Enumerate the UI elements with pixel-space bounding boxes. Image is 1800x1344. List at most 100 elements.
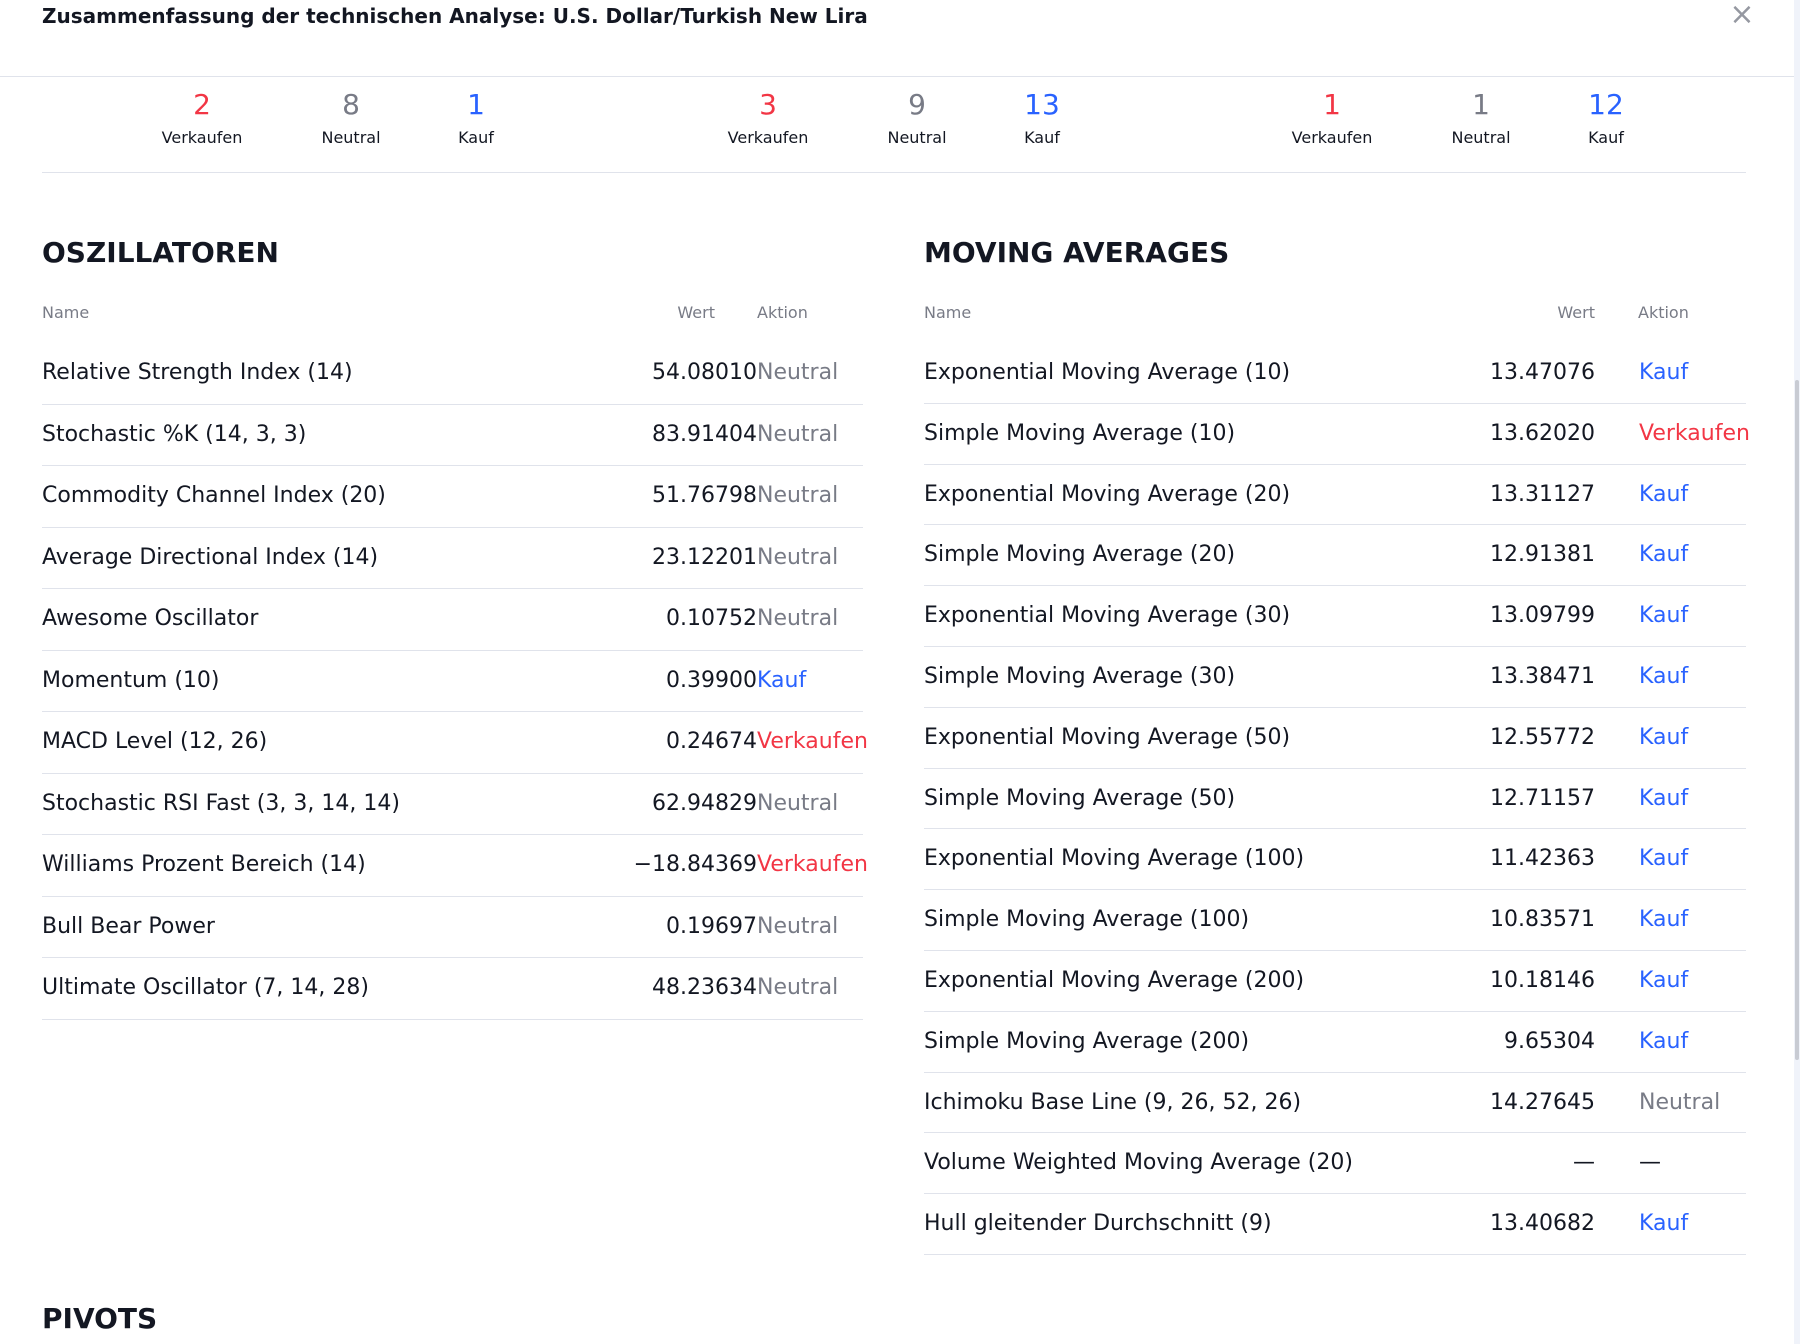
oscillators-table: Relative Strength Index (14) 54.08010 Neut… [42,343,868,1020]
indicator-action: Kauf [1639,907,1689,933]
indicator-value: 13.31127 [1490,481,1595,507]
table-row[interactable]: Exponential Moving Average (30) 13.09799 K… [924,586,1746,647]
indicator-name: Awesome Oscillator [42,606,259,631]
column-header-name: Name [924,303,972,322]
indicator-value: 51.76798 [652,483,757,508]
indicator-value: 13.09799 [1490,603,1595,629]
count-label: Kauf [1024,128,1060,147]
indicator-name: Exponential Moving Average (200) [924,967,1305,993]
table-row[interactable]: Simple Moving Average (200) 9.65304 Kauf [924,1012,1746,1073]
indicator-name: Bull Bear Power [42,913,215,939]
close-icon[interactable]: × [1728,0,1756,32]
table-row[interactable]: Simple Moving Average (10) 13.62020 Verkau… [924,404,1750,465]
scrollbar-thumb[interactable] [1795,380,1799,1060]
table-row[interactable]: Simple Moving Average (20) 12.91381 Kauf [924,525,1746,587]
indicator-action: Neutral [757,483,839,508]
table-row[interactable]: Momentum (10) 0.39900 Kauf [42,651,863,712]
table-row[interactable]: Ultimate Oscillator (7, 14, 28) 48.23634 N… [42,958,863,1020]
count-label: Kauf [1588,128,1624,147]
indicator-action: Neutral [757,606,839,631]
pivots-title: PIVOTS [42,1302,158,1335]
indicator-name: Average Directional Index (14) [42,544,379,570]
indicator-value: 10.18146 [1490,967,1595,993]
count-number: 13 [1024,88,1060,121]
indicator-value: 0.24674 [666,729,757,754]
indicator-value: 12.91381 [1490,542,1595,568]
table-row[interactable]: Awesome Oscillator 0.10752 Neutral [42,589,863,651]
indicator-action: Verkaufen [757,729,868,754]
table-row[interactable]: Simple Moving Average (100) 10.83571 Kauf [924,890,1746,951]
indicator-action: Kauf [1639,1028,1689,1054]
table-row[interactable]: Exponential Moving Average (100) 11.42363… [924,829,1746,891]
table-row[interactable]: Williams Prozent Bereich (14) −18.84369 Ve… [42,835,868,897]
table-row[interactable]: Stochastic %K (14, 3, 3) 83.91404 Neutral [42,405,863,466]
indicator-value: — [1573,1150,1595,1176]
dialog-header: Zusammenfassung der technischen Analyse:… [0,0,1795,77]
indicator-value: 0.39900 [666,667,757,693]
indicator-name: Simple Moving Average (50) [924,785,1236,811]
indicator-value: 0.19697 [666,913,757,939]
column-header-value: Wert [677,303,715,322]
indicator-value: 13.40682 [1490,1211,1595,1237]
summary-counts: 2 Verkaufen 8 Neutral 1 Kauf 3 Verkaufen… [42,76,1746,173]
indicator-action: Kauf [1639,785,1689,811]
indicator-name: Simple Moving Average (30) [924,663,1236,689]
moving-averages-title: MOVING AVERAGES [924,236,1230,269]
table-row[interactable]: Exponential Moving Average (20) 13.31127 K… [924,465,1746,526]
indicator-value: 13.38471 [1490,663,1595,689]
indicator-value: 48.23634 [652,975,757,1000]
indicator-action: Kauf [1639,542,1689,568]
indicator-action: Kauf [757,667,807,693]
table-row[interactable]: Stochastic RSI Fast (3, 3, 14, 14) 62.948… [42,774,863,835]
table-row[interactable]: Simple Moving Average (50) 12.71157 Kauf [924,769,1746,830]
table-row[interactable]: Exponential Moving Average (10) 13.47076 K… [924,343,1746,404]
count-number: 3 [759,88,777,121]
summary-sell-count: 2 Verkaufen [122,76,282,148]
indicator-action: Verkaufen [1639,420,1750,446]
indicator-value: 0.10752 [666,606,757,631]
count-label: Kauf [458,128,494,147]
count-number: 2 [193,88,211,121]
count-label: Verkaufen [161,128,243,147]
indicator-value: 62.94829 [652,790,757,816]
indicator-name: Simple Moving Average (100) [924,907,1250,933]
table-row[interactable]: Simple Moving Average (30) 13.38471 Kauf [924,647,1746,708]
count-number: 12 [1588,88,1624,121]
table-row[interactable]: Exponential Moving Average (50) 12.55772 K… [924,708,1746,769]
indicator-name: Hull gleitender Durchschnitt (9) [924,1211,1272,1237]
indicator-name: Momentum (10) [42,667,220,693]
indicator-value: 11.42363 [1490,846,1595,872]
indicator-value: 13.47076 [1490,360,1595,385]
table-row[interactable]: Volume Weighted Moving Average (20) — — [924,1133,1746,1195]
indicator-value: 12.55772 [1490,724,1595,750]
moving-averages-table: Exponential Moving Average (10) 13.47076 K… [924,343,1750,1255]
summary-buy-count: 13 Kauf [962,76,1122,148]
dialog-title: Zusammenfassung der technischen Analyse:… [42,4,868,28]
table-row[interactable]: Ichimoku Base Line (9, 26, 52, 26) 14.276… [924,1073,1746,1134]
count-label: Verkaufen [1291,128,1373,147]
indicator-action: Neutral [757,360,839,385]
indicator-name: MACD Level (12, 26) [42,729,268,754]
summary-sell-count: 3 Verkaufen [688,76,848,148]
table-row[interactable]: Relative Strength Index (14) 54.08010 Neut… [42,343,863,405]
indicator-value: 54.08010 [652,360,757,385]
table-row[interactable]: MACD Level (12, 26) 0.24674 Verkaufen [42,712,868,774]
indicator-value: 13.62020 [1490,420,1595,446]
table-row[interactable]: Commodity Channel Index (20) 51.76798 Neut… [42,466,863,528]
indicator-name: Simple Moving Average (200) [924,1028,1250,1054]
table-row[interactable]: Exponential Moving Average (200) 10.18146… [924,951,1746,1012]
indicator-name: Williams Prozent Bereich (14) [42,852,366,877]
indicator-name: Ichimoku Base Line (9, 26, 52, 26) [924,1089,1302,1115]
indicator-action: Kauf [1639,481,1689,507]
indicator-name: Exponential Moving Average (10) [924,360,1291,385]
indicator-value: 14.27645 [1490,1089,1595,1115]
indicator-name: Exponential Moving Average (50) [924,724,1291,750]
table-row[interactable]: Bull Bear Power 0.19697 Neutral [42,897,863,958]
table-row[interactable]: Average Directional Index (14) 23.12201 Ne… [42,528,863,589]
table-row[interactable]: Hull gleitender Durchschnitt (9) 13.40682… [924,1194,1746,1255]
indicator-action: Neutral [757,421,839,447]
count-number: 1 [1323,88,1341,121]
indicator-action: Kauf [1639,1211,1689,1237]
indicator-name: Volume Weighted Moving Average (20) [924,1150,1353,1176]
indicator-name: Commodity Channel Index (20) [42,483,386,508]
